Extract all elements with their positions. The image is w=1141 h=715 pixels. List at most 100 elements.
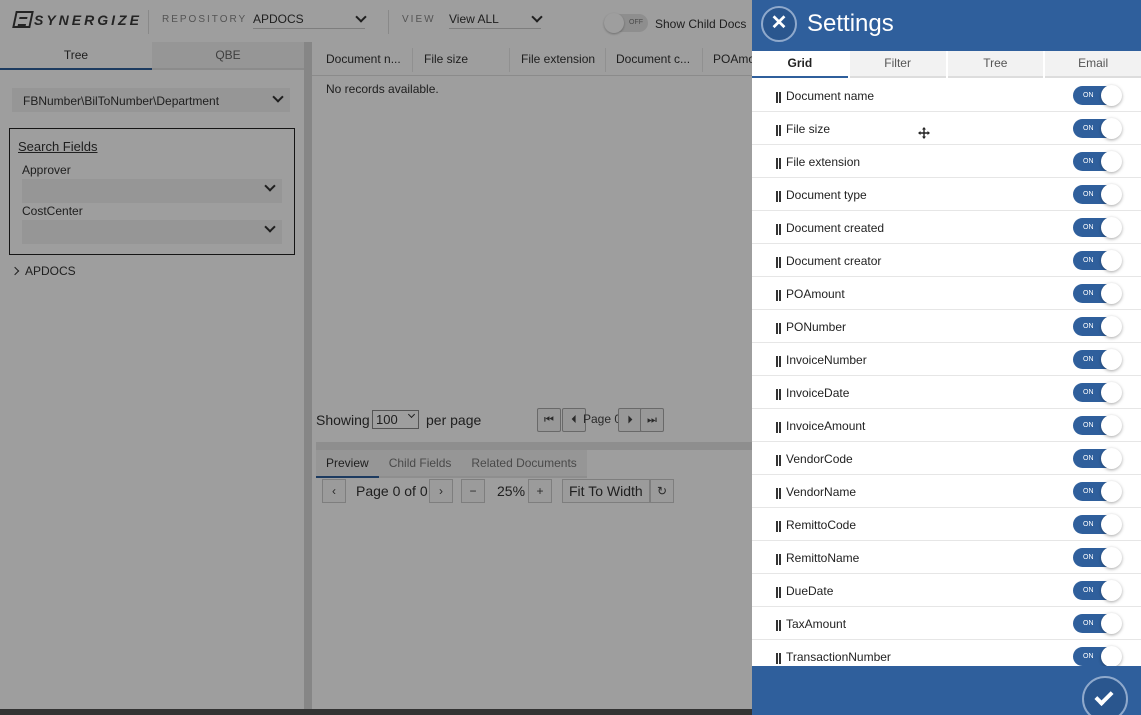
- modal-backdrop[interactable]: [0, 0, 752, 715]
- toggle-state-label: ON: [1083, 224, 1094, 231]
- settings-row: Document name ON: [752, 79, 1141, 112]
- column-visibility-toggle[interactable]: ON: [1073, 250, 1122, 271]
- column-visibility-toggle[interactable]: ON: [1073, 514, 1122, 535]
- column-visibility-toggle[interactable]: ON: [1073, 382, 1122, 403]
- toggle-knob: [1101, 514, 1122, 535]
- drag-handle-icon[interactable]: [776, 521, 781, 532]
- settings-row: TaxAmount ON: [752, 607, 1141, 640]
- toggle-state-label: ON: [1083, 191, 1094, 198]
- settings-row: PONumber ON: [752, 310, 1141, 343]
- confirm-settings-button[interactable]: [1082, 676, 1128, 715]
- drag-handle-icon[interactable]: [776, 290, 781, 301]
- column-visibility-toggle[interactable]: ON: [1073, 316, 1122, 337]
- settings-row-label: File extension: [786, 155, 861, 169]
- column-visibility-toggle[interactable]: ON: [1073, 118, 1122, 139]
- toggle-state-label: ON: [1083, 620, 1094, 627]
- column-visibility-toggle[interactable]: ON: [1073, 85, 1122, 106]
- drag-handle-icon[interactable]: [776, 455, 781, 466]
- drag-handle-icon[interactable]: [776, 158, 781, 169]
- toggle-state-label: ON: [1083, 455, 1094, 462]
- drag-handle-icon[interactable]: [776, 224, 781, 235]
- settings-row-label: VendorCode: [786, 452, 853, 466]
- toggle-knob: [1101, 118, 1122, 139]
- settings-row-label: InvoiceDate: [786, 386, 850, 400]
- drag-handle-icon[interactable]: [776, 356, 781, 367]
- checkmark-icon: [1094, 686, 1114, 707]
- drag-handle-icon[interactable]: [776, 554, 781, 565]
- settings-row: InvoiceDate ON: [752, 376, 1141, 409]
- toggle-state-label: ON: [1083, 521, 1094, 528]
- settings-row-label: RemittoName: [786, 551, 860, 565]
- column-visibility-toggle[interactable]: ON: [1073, 547, 1122, 568]
- settings-row: VendorName ON: [752, 475, 1141, 508]
- drag-handle-icon[interactable]: [776, 323, 781, 334]
- settings-row: RemittoCode ON: [752, 508, 1141, 541]
- column-visibility-toggle[interactable]: ON: [1073, 283, 1122, 304]
- window-bottom-edge: [0, 709, 752, 715]
- toggle-state-label: ON: [1083, 422, 1094, 429]
- move-cursor-icon: [918, 127, 930, 139]
- settings-row: File size ON: [752, 112, 1141, 145]
- toggle-state-label: ON: [1083, 257, 1094, 264]
- settings-row-label: TaxAmount: [786, 617, 847, 631]
- drag-handle-icon[interactable]: [776, 422, 781, 433]
- toggle-state-label: ON: [1083, 488, 1094, 495]
- tab-email[interactable]: Email: [1045, 51, 1141, 78]
- settings-row: Document created ON: [752, 211, 1141, 244]
- settings-panel: ✕ Settings Grid Filter Tree Email Docume…: [752, 0, 1141, 715]
- column-visibility-toggle[interactable]: ON: [1073, 613, 1122, 634]
- settings-row-label: Document name: [786, 89, 875, 103]
- settings-row: RemittoName ON: [752, 541, 1141, 574]
- toggle-state-label: ON: [1083, 389, 1094, 396]
- toggle-knob: [1101, 250, 1122, 271]
- toggle-state-label: ON: [1083, 653, 1094, 660]
- settings-row-label: File size: [786, 122, 831, 136]
- tab-tree[interactable]: Tree: [947, 51, 1044, 78]
- column-visibility-toggle[interactable]: ON: [1073, 646, 1122, 666]
- drag-handle-icon[interactable]: [776, 389, 781, 400]
- close-settings-button[interactable]: ✕: [761, 6, 797, 42]
- column-visibility-toggle[interactable]: ON: [1073, 184, 1122, 205]
- column-visibility-toggle[interactable]: ON: [1073, 580, 1122, 601]
- toggle-knob: [1101, 415, 1122, 436]
- settings-tabs: Grid Filter Tree Email: [752, 51, 1141, 78]
- toggle-knob: [1101, 646, 1122, 666]
- toggle-state-label: ON: [1083, 554, 1094, 561]
- drag-handle-icon[interactable]: [776, 92, 781, 103]
- drag-handle-icon[interactable]: [776, 125, 781, 136]
- column-visibility-toggle[interactable]: ON: [1073, 217, 1122, 238]
- settings-row-label: Document created: [786, 221, 885, 235]
- settings-row: InvoiceNumber ON: [752, 343, 1141, 376]
- settings-row: TransactionNumber ON: [752, 640, 1141, 666]
- drag-handle-icon[interactable]: [776, 653, 781, 664]
- settings-row-label: DueDate: [786, 584, 834, 598]
- settings-footer: [752, 666, 1141, 715]
- drag-handle-icon[interactable]: [776, 587, 781, 598]
- drag-handle-icon[interactable]: [776, 257, 781, 268]
- toggle-knob: [1101, 547, 1122, 568]
- toggle-knob: [1101, 316, 1122, 337]
- column-visibility-toggle[interactable]: ON: [1073, 481, 1122, 502]
- drag-handle-icon[interactable]: [776, 488, 781, 499]
- toggle-knob: [1101, 151, 1122, 172]
- toggle-knob: [1101, 184, 1122, 205]
- tab-grid[interactable]: Grid: [752, 51, 848, 78]
- toggle-knob: [1101, 349, 1122, 370]
- settings-row: DueDate ON: [752, 574, 1141, 607]
- column-visibility-toggle[interactable]: ON: [1073, 415, 1122, 436]
- toggle-knob: [1101, 613, 1122, 634]
- column-visibility-toggle[interactable]: ON: [1073, 151, 1122, 172]
- settings-row-label: VendorName: [786, 485, 857, 499]
- column-visibility-toggle[interactable]: ON: [1073, 349, 1122, 370]
- drag-handle-icon[interactable]: [776, 620, 781, 631]
- column-settings-list: Document name ON File size ON File extension…: [752, 79, 1141, 666]
- settings-row: InvoiceAmount ON: [752, 409, 1141, 442]
- settings-row: VendorCode ON: [752, 442, 1141, 475]
- toggle-state-label: ON: [1083, 92, 1094, 99]
- tab-filter[interactable]: Filter: [849, 51, 946, 78]
- settings-row-label: PONumber: [786, 320, 847, 334]
- settings-row: File extension ON: [752, 145, 1141, 178]
- settings-row-label: POAmount: [786, 287, 845, 301]
- drag-handle-icon[interactable]: [776, 191, 781, 202]
- column-visibility-toggle[interactable]: ON: [1073, 448, 1122, 469]
